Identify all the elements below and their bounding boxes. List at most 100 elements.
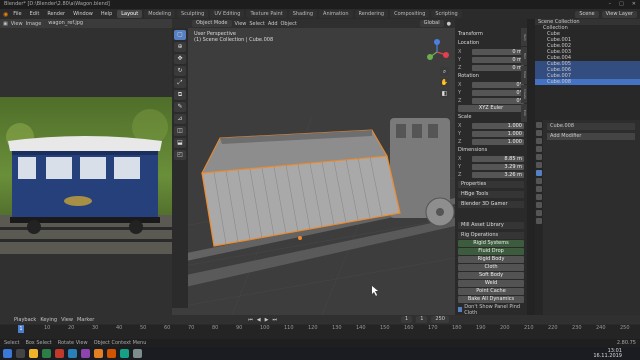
image-name-field[interactable]: wagon_ref.jpg — [44, 20, 88, 27]
constraints-props-icon[interactable] — [536, 194, 542, 200]
timeline-keying-menu[interactable]: Keying — [40, 317, 57, 323]
menu-help[interactable]: Help — [98, 9, 115, 19]
menu-edit[interactable]: Edit — [27, 9, 43, 19]
file-explorer-icon[interactable] — [29, 349, 38, 358]
pan-hand-icon[interactable]: ✋ — [440, 78, 449, 87]
location-x-field[interactable]: 0 m — [472, 48, 524, 55]
rotation-z-field[interactable]: 0° — [472, 97, 524, 104]
n-tab-edit[interactable]: Edit — [521, 104, 527, 122]
scale-y-field[interactable]: 1.000 — [472, 130, 524, 137]
move-tool-icon[interactable]: ✥ — [174, 54, 186, 64]
current-frame-field[interactable]: 1 — [401, 316, 413, 323]
rig-operations-section[interactable]: Rig Operations — [458, 232, 524, 239]
modifier-props-icon[interactable] — [536, 170, 542, 176]
workspace-tab-scripting[interactable]: Scripting — [431, 10, 462, 18]
camera-icon[interactable]: ◧ — [440, 89, 449, 98]
app-icon[interactable] — [68, 349, 77, 358]
texture-props-icon[interactable] — [536, 218, 542, 224]
menu-window[interactable]: Window — [70, 9, 96, 19]
app-icon[interactable] — [133, 349, 142, 358]
bake-all-dynamics-button[interactable]: Bake All Dynamics — [458, 296, 524, 303]
tool-props-icon[interactable] — [536, 122, 542, 128]
transform-tool-icon[interactable]: ⧉ — [174, 90, 186, 100]
windows-start-icon[interactable] — [3, 349, 12, 358]
image-image-menu[interactable]: Image — [26, 21, 42, 27]
point-cache-button[interactable]: Point Cache — [458, 288, 524, 295]
play-reverse-icon[interactable]: ◀ — [257, 317, 261, 323]
cursor-tool-icon[interactable]: ⊕ — [174, 42, 186, 52]
taskbar-clock[interactable]: 13:01 16.11.2019 — [593, 348, 640, 359]
workspace-tab-compositing[interactable]: Compositing — [390, 10, 430, 18]
particles-props-icon[interactable] — [536, 178, 542, 184]
world-props-icon[interactable] — [536, 154, 542, 160]
cloth-button[interactable]: Cloth — [458, 264, 524, 271]
blender-taskbar-icon[interactable] — [94, 349, 103, 358]
play-icon[interactable]: ▶ — [265, 317, 269, 323]
n-tab-tool[interactable]: Tool — [521, 47, 527, 65]
fluid-drop-button[interactable]: Fluid Drop — [458, 248, 524, 255]
viewport-select-menu[interactable]: Select — [249, 21, 264, 27]
measure-tool-icon[interactable]: ⊿ — [174, 114, 186, 124]
location-y-field[interactable]: 0 m — [472, 56, 524, 63]
start-frame-field[interactable]: 1 — [416, 316, 428, 323]
transform-orientation-selector[interactable]: Global — [419, 20, 444, 27]
timeline-marker-menu[interactable]: Marker — [77, 317, 94, 323]
scene-selector[interactable]: Scene — [575, 10, 599, 18]
select-box-tool-icon[interactable]: ▢ — [174, 30, 186, 40]
zoom-icon[interactable]: ⌕ — [440, 67, 449, 76]
viewport-object-menu[interactable]: Object — [281, 21, 297, 27]
soft-body-button[interactable]: Soft Body — [458, 272, 524, 279]
navigation-gizmo[interactable] — [424, 39, 450, 65]
location-z-field[interactable]: 0 m — [472, 64, 524, 71]
3d-viewport[interactable]: Object Mode View Select Add Object Globa… — [172, 19, 455, 315]
workspace-tab-animation[interactable]: Animation — [319, 10, 353, 18]
mode-selector[interactable]: Object Mode — [192, 20, 232, 27]
workspace-tab-sculpting[interactable]: Sculpting — [177, 10, 209, 18]
app-icon[interactable] — [107, 349, 116, 358]
material-props-icon[interactable] — [536, 210, 542, 216]
workspace-tab-rendering[interactable]: Rendering — [354, 10, 389, 18]
rotation-mode-dropdown[interactable]: XYZ Euler — [458, 105, 524, 112]
inset-tool-icon[interactable]: ◰ — [174, 150, 186, 160]
maximize-icon[interactable]: □ — [619, 0, 624, 9]
workspace-tab-shading[interactable]: Shading — [288, 10, 318, 18]
jump-end-icon[interactable]: ⏭ — [273, 317, 278, 323]
viewport-scene[interactable] — [172, 28, 455, 315]
object-props-icon[interactable] — [536, 162, 542, 168]
physics-props-icon[interactable] — [536, 186, 542, 192]
rigid-systems-button[interactable]: Rigid Systems — [458, 240, 524, 247]
timeline-view-menu[interactable]: View — [61, 317, 73, 323]
add-cube-tool-icon[interactable]: ◫ — [174, 126, 186, 136]
bake-checkbox-icon[interactable] — [458, 307, 463, 312]
workspace-tab-modeling[interactable]: Modeling — [144, 10, 175, 18]
data-props-icon[interactable] — [536, 202, 542, 208]
scene-props-icon[interactable] — [536, 146, 542, 152]
viewport-add-menu[interactable]: Add — [268, 21, 278, 27]
timeline-playhead[interactable]: 1 — [18, 325, 24, 333]
rotate-tool-icon[interactable]: ↻ — [174, 66, 186, 76]
hbge-tools-section[interactable]: HBge Tools — [458, 191, 524, 198]
mill-asset-library-section[interactable]: Mill Asset Library — [458, 222, 524, 229]
rotation-y-field[interactable]: 0° — [472, 89, 524, 96]
wagon-body-mesh[interactable] — [201, 129, 401, 247]
render-props-icon[interactable] — [536, 130, 542, 136]
dimensions-z-field[interactable]: 3.26 m — [472, 171, 524, 178]
app-icon[interactable] — [81, 349, 90, 358]
n-tab-view[interactable]: View — [521, 66, 527, 84]
close-icon[interactable]: ✕ — [632, 0, 636, 9]
image-view-menu[interactable]: View — [11, 21, 23, 27]
blender-3d-gamer-section[interactable]: Blender 3D Gamer — [458, 201, 524, 208]
add-modifier-dropdown[interactable]: Add Modifier — [547, 133, 635, 140]
dimensions-y-field[interactable]: 3.29 m — [472, 163, 524, 170]
weld-button[interactable]: Weld — [458, 280, 524, 287]
app-icon[interactable] — [120, 349, 129, 358]
scale-z-field[interactable]: 1.000 — [472, 138, 524, 145]
shading-solid-icon[interactable]: ● — [447, 21, 455, 27]
n-tab-create[interactable]: Create — [521, 85, 527, 103]
dimensions-x-field[interactable]: 8.85 m — [472, 155, 524, 162]
jump-start-icon[interactable]: ⏮ — [248, 317, 253, 323]
outliner-row-selected[interactable]: Cube.008 — [535, 79, 640, 85]
workspace-tab-uv-editing[interactable]: UV Editing — [210, 10, 245, 18]
viewport-view-menu[interactable]: View — [235, 21, 247, 27]
properties-section[interactable]: Properties — [458, 181, 524, 188]
